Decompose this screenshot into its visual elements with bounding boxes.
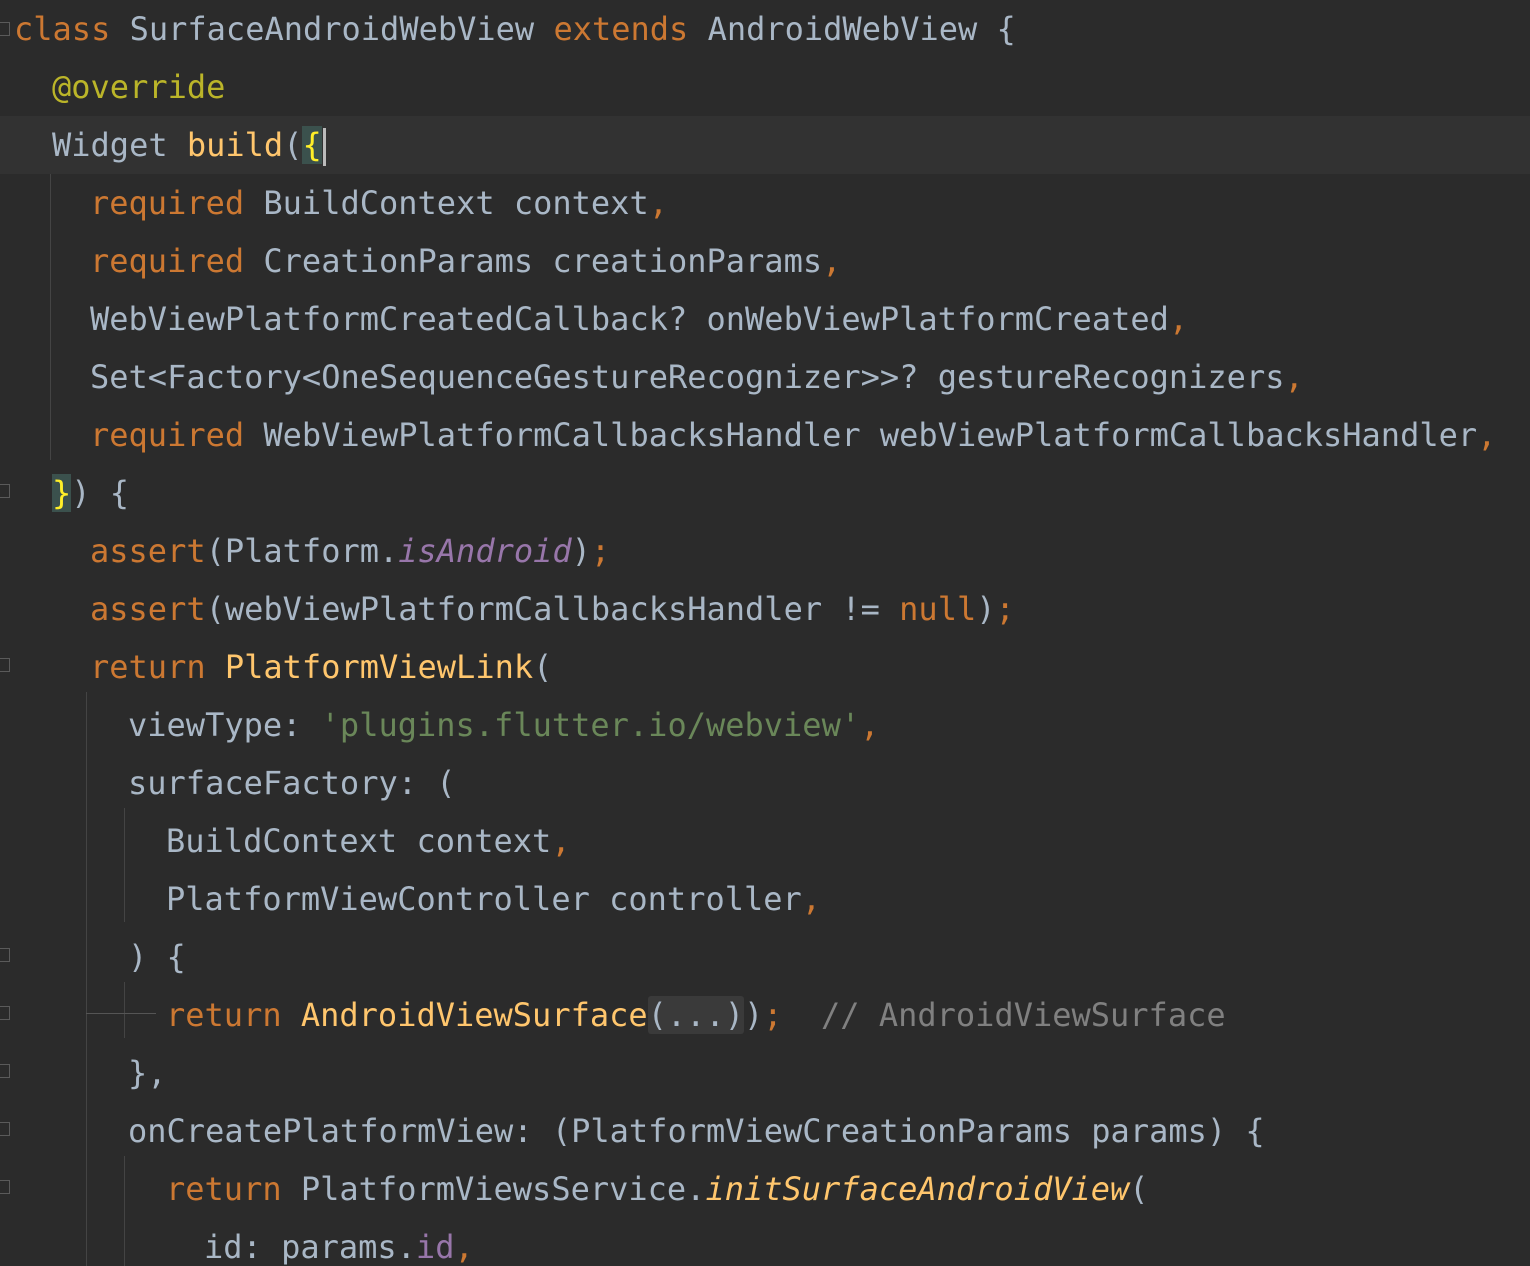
code-text: ) { [128, 938, 186, 976]
keyword: required [90, 242, 245, 280]
code-text: ) { [71, 474, 130, 512]
code-text: ( [533, 648, 553, 686]
punctuation: , [801, 880, 822, 918]
punctuation: , [648, 184, 668, 222]
keyword: return [90, 648, 206, 686]
code-text: ) [976, 590, 996, 628]
code-text: ) [571, 532, 591, 570]
keyword: extends [553, 10, 689, 48]
code-text: viewType: [128, 706, 321, 744]
code-text: ( [1129, 1170, 1149, 1208]
code-line[interactable]: ) { [0, 928, 1530, 986]
code-line[interactable]: PlatformViewController controller, [0, 870, 1530, 928]
matched-brace: { [302, 126, 322, 164]
code-line[interactable]: WebViewPlatformCreatedCallback? onWebVie… [0, 290, 1530, 348]
code-text: PlatformViewsService. [281, 1170, 706, 1208]
text-caret [322, 128, 326, 166]
punctuation: , [822, 242, 842, 280]
constructor-name: PlatformViewLink [224, 648, 534, 686]
code-line[interactable]: BuildContext context, [0, 812, 1530, 870]
code-text: CreationParams creationParams [244, 242, 823, 280]
code-line[interactable]: id: params.id, [0, 1218, 1530, 1266]
punctuation: ; [590, 532, 611, 570]
code-line[interactable]: required CreationParams creationParams, [0, 232, 1530, 290]
code-line[interactable]: required WebViewPlatformCallbacksHandler… [0, 406, 1530, 464]
punctuation: , [454, 1228, 474, 1266]
code-text: BuildContext context [244, 184, 649, 222]
code-text: BuildContext context [166, 822, 552, 860]
code-line[interactable]: return AndroidViewSurface(...)); // Andr… [0, 986, 1530, 1044]
code-line[interactable]: }) { [0, 464, 1530, 522]
code-line[interactable]: onCreatePlatformView: (PlatformViewCreat… [0, 1102, 1530, 1160]
annotation: @override [52, 68, 226, 106]
code-text: Widget [52, 126, 187, 164]
code-text: WebViewPlatformCreatedCallback? onWebVie… [90, 300, 1169, 338]
keyword: required [90, 184, 245, 222]
punctuation: , [860, 706, 880, 744]
keyword: required [90, 416, 245, 454]
keyword: return [166, 1170, 282, 1208]
code-line-current[interactable]: Widget build({ [0, 116, 1530, 174]
field-name: id [415, 1228, 455, 1266]
punctuation: , [1168, 300, 1189, 338]
constructor-name: AndroidViewSurface [300, 996, 648, 1034]
code-line[interactable]: }, [0, 1044, 1530, 1102]
code-text: ( [283, 126, 303, 164]
punctuation: ; [995, 590, 1015, 628]
static-method-name: initSurfaceAndroidView [705, 1170, 1130, 1208]
code-text: (webViewPlatformCallbacksHandler != [205, 590, 900, 628]
code-text: ) [743, 996, 764, 1034]
code-text: surfaceFactory: ( [128, 764, 456, 802]
code-line[interactable]: return PlatformViewLink( [0, 638, 1530, 696]
keyword: class [14, 10, 111, 48]
matched-brace: } [52, 474, 72, 512]
code-text: onCreatePlatformView: (PlatformViewCreat… [128, 1112, 1265, 1150]
class-name: SurfaceAndroidWebView [129, 10, 535, 48]
code-text: id: params. [204, 1228, 416, 1266]
punctuation: , [551, 822, 571, 860]
code-text: (Platform. [205, 532, 399, 570]
code-line[interactable]: assert(webViewPlatformCallbacksHandler !… [0, 580, 1530, 638]
string-literal: 'plugins.flutter.io/webview' [320, 706, 861, 744]
code-line[interactable]: Set<Factory<OneSequenceGestureRecognizer… [0, 348, 1530, 406]
code-text: }, [128, 1054, 167, 1092]
static-field: isAndroid [398, 532, 572, 570]
code-line[interactable]: required BuildContext context, [0, 174, 1530, 232]
function-name: assert [90, 532, 206, 570]
punctuation: , [1477, 416, 1497, 454]
punctuation: , [1284, 358, 1304, 396]
keyword: return [166, 996, 282, 1034]
function-name: assert [90, 590, 206, 628]
punctuation: ; [763, 996, 783, 1034]
code-text: PlatformViewController controller [166, 880, 802, 918]
code-line[interactable]: assert(Platform.isAndroid); [0, 522, 1530, 580]
class-name: AndroidWebView [707, 10, 978, 48]
comment: // AndroidViewSurface [782, 996, 1226, 1034]
code-line[interactable]: viewType: 'plugins.flutter.io/webview', [0, 696, 1530, 754]
code-text: { [977, 10, 1016, 48]
code-line[interactable]: class SurfaceAndroidWebView extends Andr… [0, 0, 1530, 58]
method-name: build [186, 126, 284, 164]
code-line[interactable]: @override [0, 58, 1530, 116]
folded-region[interactable]: (...) [647, 996, 744, 1034]
code-line[interactable]: return PlatformViewsService.initSurfaceA… [0, 1160, 1530, 1218]
code-line[interactable]: surfaceFactory: ( [0, 754, 1530, 812]
code-editor[interactable]: class SurfaceAndroidWebView extends Andr… [0, 0, 1530, 1266]
code-text: Set<Factory<OneSequenceGestureRecognizer… [90, 358, 1285, 396]
code-text: WebViewPlatformCallbacksHandler webViewP… [244, 416, 1478, 454]
keyword: null [899, 590, 977, 628]
